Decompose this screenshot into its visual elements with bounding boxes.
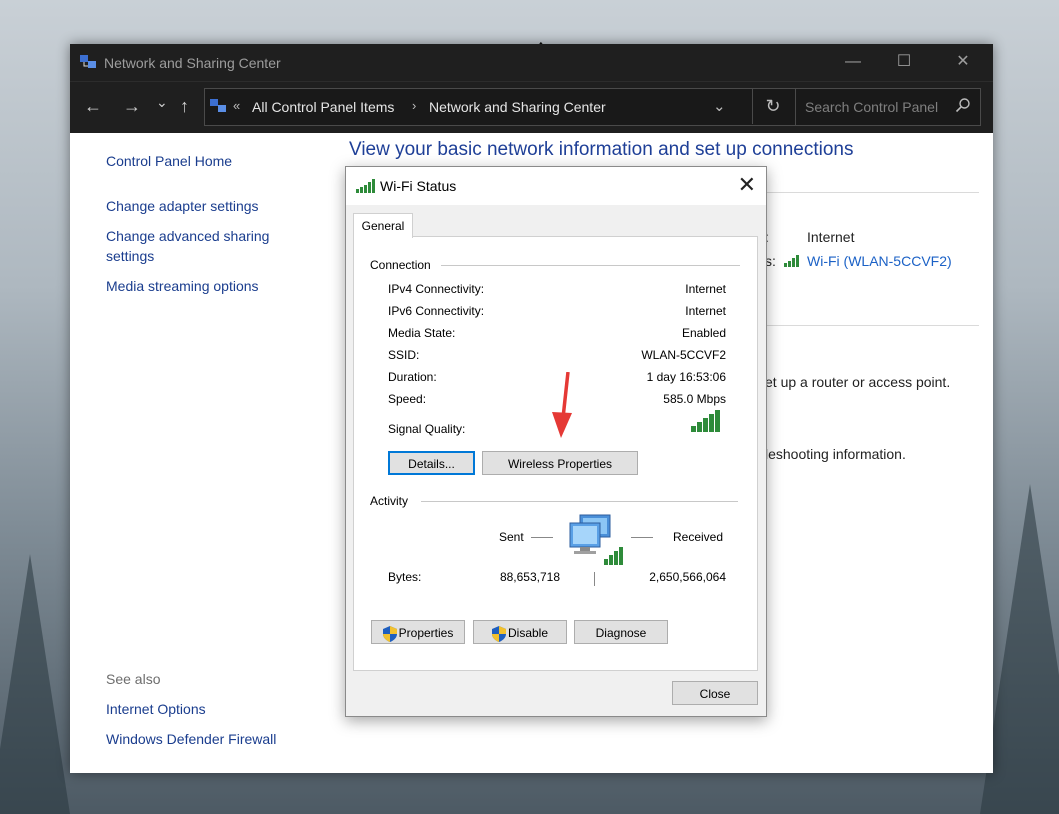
divider [765,192,979,193]
wireless-properties-button[interactable]: Wireless Properties [482,451,638,475]
disable-button[interactable]: Disable [473,620,567,644]
recent-locations-chevron-icon[interactable]: ⌄ [156,94,168,111]
connection-group-header: Connection [370,258,431,272]
ipv6-label: IPv6 Connectivity: [388,304,485,318]
dialog-title: Wi-Fi Status [380,178,457,194]
diagnose-button[interactable]: Diagnose [574,620,668,644]
sidebar-control-panel-home[interactable]: Control Panel Home [106,153,232,169]
access-type-value: Internet [807,229,855,245]
see-also-header: See also [106,671,161,687]
search-placeholder: Search Control Panel [805,99,939,115]
sidebar-change-advanced-sharing[interactable]: Change advanced sharing [106,228,269,244]
back-icon[interactable]: ← [84,96,102,117]
properties-button-label: Properties [398,626,454,640]
window-title: Network and Sharing Center [104,55,281,71]
breadcrumb-all-control-panel-items[interactable]: All Control Panel Items [252,99,394,115]
window-titlebar: Network and Sharing Center — ☐ ✕ [70,44,993,81]
speed-label: Speed: [388,392,427,406]
ipv4-value: Internet [685,282,726,296]
ssid-value: WLAN-5CCVF2 [641,348,726,362]
activity-separator [594,572,595,586]
up-icon[interactable]: ↑ [180,96,189,117]
ipv4-label: IPv4 Connectivity: [388,282,485,296]
sidebar-windows-defender-firewall[interactable]: Windows Defender Firewall [106,731,276,747]
disable-button-label: Disable [507,626,549,640]
address-toolbar: ← → ⌄ ↑ « All Control Panel Items › Netw… [70,81,993,133]
uac-shield-icon [382,625,397,642]
background-tree [0,554,70,814]
received-label: Received [673,530,724,544]
wifi-signal-icon [356,179,375,193]
dialog-titlebar: Wi-Fi Status ✕ [346,167,766,205]
search-input[interactable]: Search Control Panel [795,88,981,126]
ssid-label: SSID: [388,348,420,362]
received-line [631,537,653,538]
page-title: View your basic network information and … [349,139,854,160]
media-state-value: Enabled [681,326,726,340]
network-computers-icon [569,514,623,565]
minimize-button[interactable]: — [830,50,876,74]
refresh-icon[interactable]: ↻ [752,88,793,124]
group-divider [441,265,740,266]
sidebar-media-streaming-options[interactable]: Media streaming options [106,278,259,294]
sent-line [531,537,553,538]
group-divider [421,501,738,502]
wifi-connection-link[interactable]: Wi-Fi (WLAN-5CCVF2) [807,253,952,269]
tab-general[interactable]: General [353,213,413,238]
address-bar[interactable]: « All Control Panel Items › Network and … [204,88,806,126]
bytes-label: Bytes: [388,570,422,584]
activity-group-header: Activity [370,494,409,508]
duration-value: 1 day 16:53:06 [646,370,726,384]
sidebar-internet-options[interactable]: Internet Options [106,701,206,717]
ipv6-value: Internet [685,304,726,318]
network-app-icon [80,55,96,68]
wifi-status-dialog: Wi-Fi Status ✕ General Connection IPv4 C… [345,166,767,717]
close-window-button[interactable]: ✕ [940,50,986,74]
speed-value: 585.0 Mbps [663,392,726,406]
search-icon[interactable] [955,97,971,113]
general-tab-panel: Connection IPv4 Connectivity: Internet I… [353,236,758,671]
signal-quality-label: Signal Quality: [388,422,466,436]
signal-quality-bars-icon [691,410,720,432]
annotation-arrow-icon [552,372,572,438]
details-button[interactable]: Details... [388,451,475,475]
uac-shield-icon [491,625,506,642]
bytes-received-value: 2,650,566,064 [649,570,726,584]
sent-label: Sent [499,530,524,544]
network-location-icon [210,99,226,112]
wifi-signal-icon [784,255,799,267]
divider [765,325,979,326]
breadcrumb-network-sharing-center[interactable]: Network and Sharing Center [429,99,606,115]
bytes-sent-value: 88,653,718 [499,570,560,584]
dialog-close-icon[interactable]: ✕ [738,173,756,197]
close-button[interactable]: Close [672,681,758,705]
breadcrumb-separator-icon: › [412,98,417,113]
sidebar-change-adapter-settings[interactable]: Change adapter settings [106,198,259,214]
duration-label: Duration: [388,370,437,384]
setup-connection-text: et up a router or access point. [765,374,951,390]
media-state-label: Media State: [388,326,456,340]
maximize-button[interactable]: ☐ [881,50,927,74]
forward-icon[interactable]: → [123,96,141,117]
troubleshoot-text: leshooting information. [765,446,906,462]
address-dropdown-chevron-icon[interactable]: ⌄ [713,97,726,115]
breadcrumb-overflow-icon[interactable]: « [233,98,240,113]
properties-button[interactable]: Properties [371,620,465,644]
sidebar-change-advanced-sharing-settings[interactable]: settings [106,248,154,264]
